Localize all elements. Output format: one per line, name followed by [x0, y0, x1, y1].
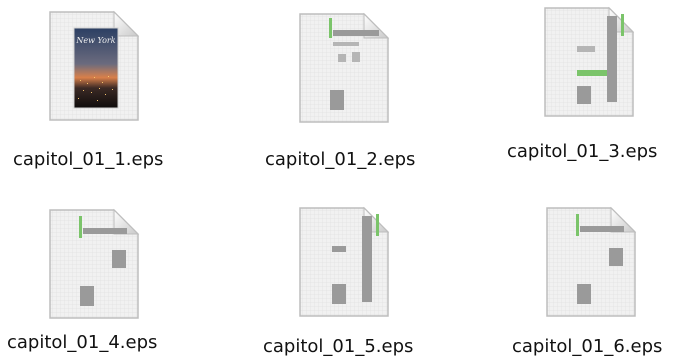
file-name-label[interactable]: capitol_01_3.eps	[507, 141, 657, 162]
eps-document-layout-icon[interactable]	[543, 6, 635, 118]
eps-document-layout-icon[interactable]	[298, 206, 390, 318]
preview-title-text: New York	[75, 36, 115, 45]
file-name-label[interactable]: capitol_01_6.eps	[512, 336, 662, 357]
file-name-label[interactable]: capitol_01_4.eps	[7, 332, 157, 353]
eps-document-photo-icon[interactable]: New York	[48, 10, 140, 122]
eps-document-layout-icon[interactable]	[298, 12, 390, 124]
file-name-label[interactable]: capitol_01_2.eps	[265, 149, 415, 170]
eps-document-layout-icon[interactable]	[48, 208, 140, 320]
file-name-label[interactable]: capitol_01_5.eps	[263, 336, 413, 357]
eps-document-layout-icon[interactable]	[545, 206, 637, 318]
file-name-label[interactable]: capitol_01_1.eps	[13, 149, 163, 170]
